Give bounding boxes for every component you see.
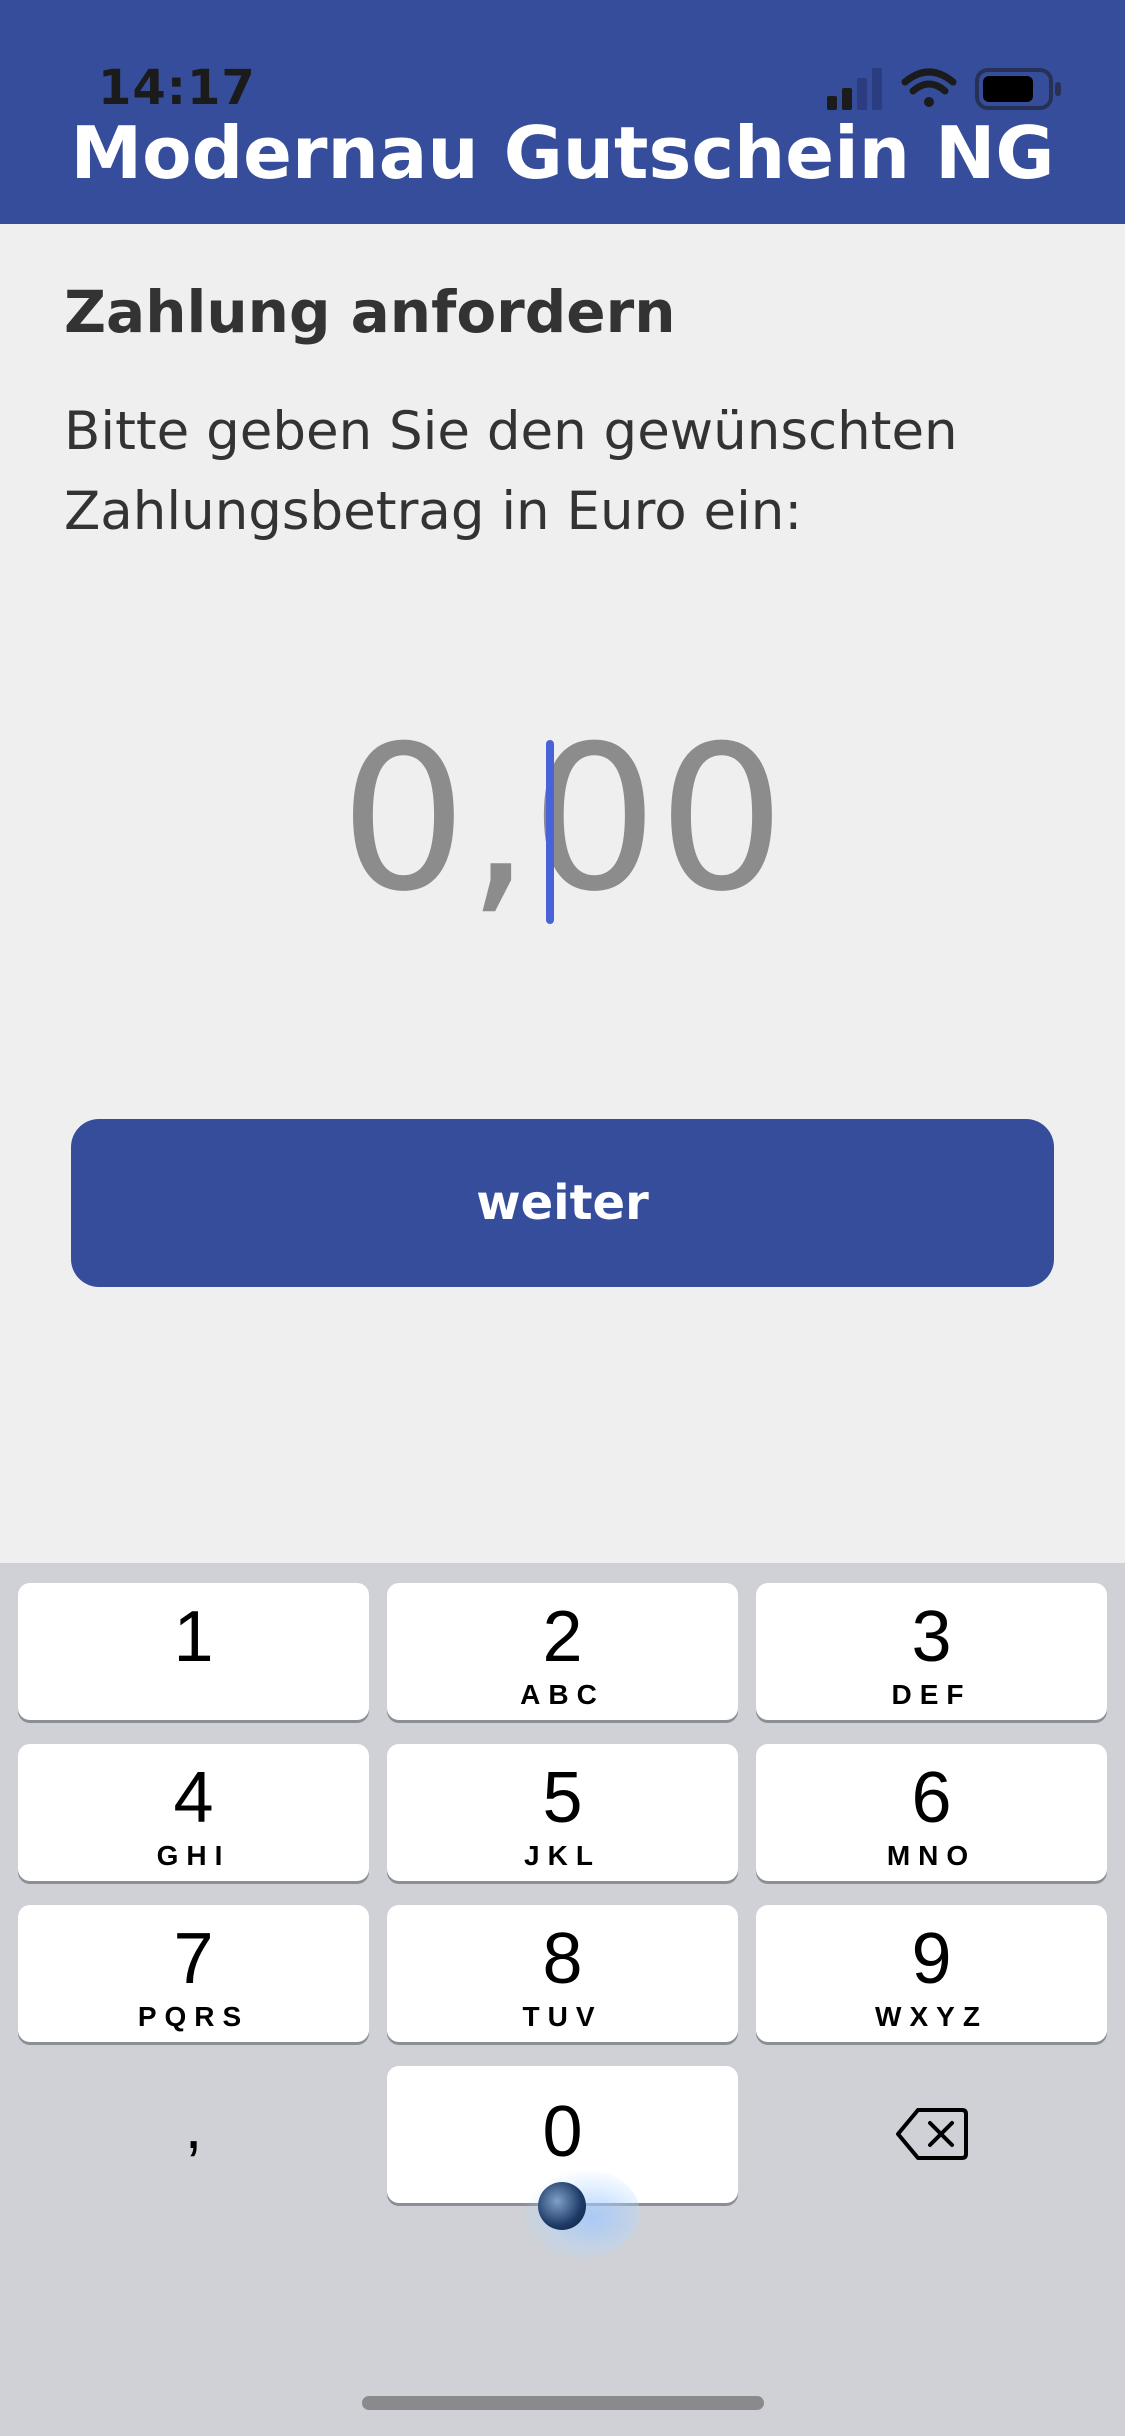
key-digit: 1: [173, 1597, 214, 1677]
key-letters: TUV: [522, 2001, 603, 2032]
key-7[interactable]: 7 PQRS: [18, 1905, 369, 2042]
key-letters: ABC: [520, 1679, 605, 1710]
key-letters: JKL: [524, 1840, 601, 1871]
key-letters: GHI: [156, 1840, 231, 1871]
key-6[interactable]: 6 MNO: [756, 1744, 1107, 1881]
key-letters: WXYZ: [875, 2001, 988, 2032]
key-digit: 5: [542, 1758, 583, 1838]
status-icons: [827, 68, 1061, 110]
key-digit: 6: [911, 1758, 952, 1838]
page-title: Zahlung anfordern: [64, 278, 676, 346]
app-header: 14:17 Modernau Gutschein NG: [0, 0, 1125, 224]
battery-icon: [975, 68, 1061, 110]
signal-icon: [827, 68, 882, 110]
key-digit: 8: [542, 1919, 583, 1999]
instruction-text: Bitte geben Sie den gewünschten Zahlungs…: [64, 401, 958, 542]
key-letters: MNO: [886, 1840, 977, 1871]
delete-key[interactable]: [756, 2066, 1107, 2203]
key-5[interactable]: 5 JKL: [387, 1744, 738, 1881]
numeric-keyboard: 1 2 ABC 3 DEF 4 GHI 5 JKL 6 MNO 7 PQRS 8…: [0, 1563, 1125, 2436]
key-digit: ,: [184, 2090, 203, 2162]
weiter-button[interactable]: weiter: [71, 1119, 1054, 1287]
home-indicator[interactable]: [362, 2396, 764, 2410]
key-digit: 7: [173, 1919, 214, 1999]
key-digit: 0: [542, 2092, 583, 2172]
key-4[interactable]: 4 GHI: [18, 1744, 369, 1881]
app-title: Modernau Gutschein NG: [70, 111, 1055, 195]
key-digit: 4: [173, 1758, 214, 1838]
key-digit: 3: [911, 1597, 952, 1677]
wifi-icon: [901, 68, 957, 107]
key-3[interactable]: 3 DEF: [756, 1583, 1107, 1720]
backspace-icon: [895, 2108, 968, 2160]
touch-indicator: [538, 2182, 586, 2230]
key-2[interactable]: 2 ABC: [387, 1583, 738, 1720]
key-letters: DEF: [891, 1679, 972, 1710]
key-9[interactable]: 9 WXYZ: [756, 1905, 1107, 2042]
amount-input[interactable]: 0,00: [0, 700, 1125, 940]
key-comma[interactable]: ,: [18, 2066, 369, 2203]
key-8[interactable]: 8 TUV: [387, 1905, 738, 2042]
status-time: 14:17: [98, 60, 256, 116]
key-digit: 9: [911, 1919, 952, 1999]
key-letters: PQRS: [137, 2001, 250, 2032]
text-cursor: [546, 740, 554, 924]
key-digit: 2: [542, 1597, 583, 1677]
key-1[interactable]: 1: [18, 1583, 369, 1720]
